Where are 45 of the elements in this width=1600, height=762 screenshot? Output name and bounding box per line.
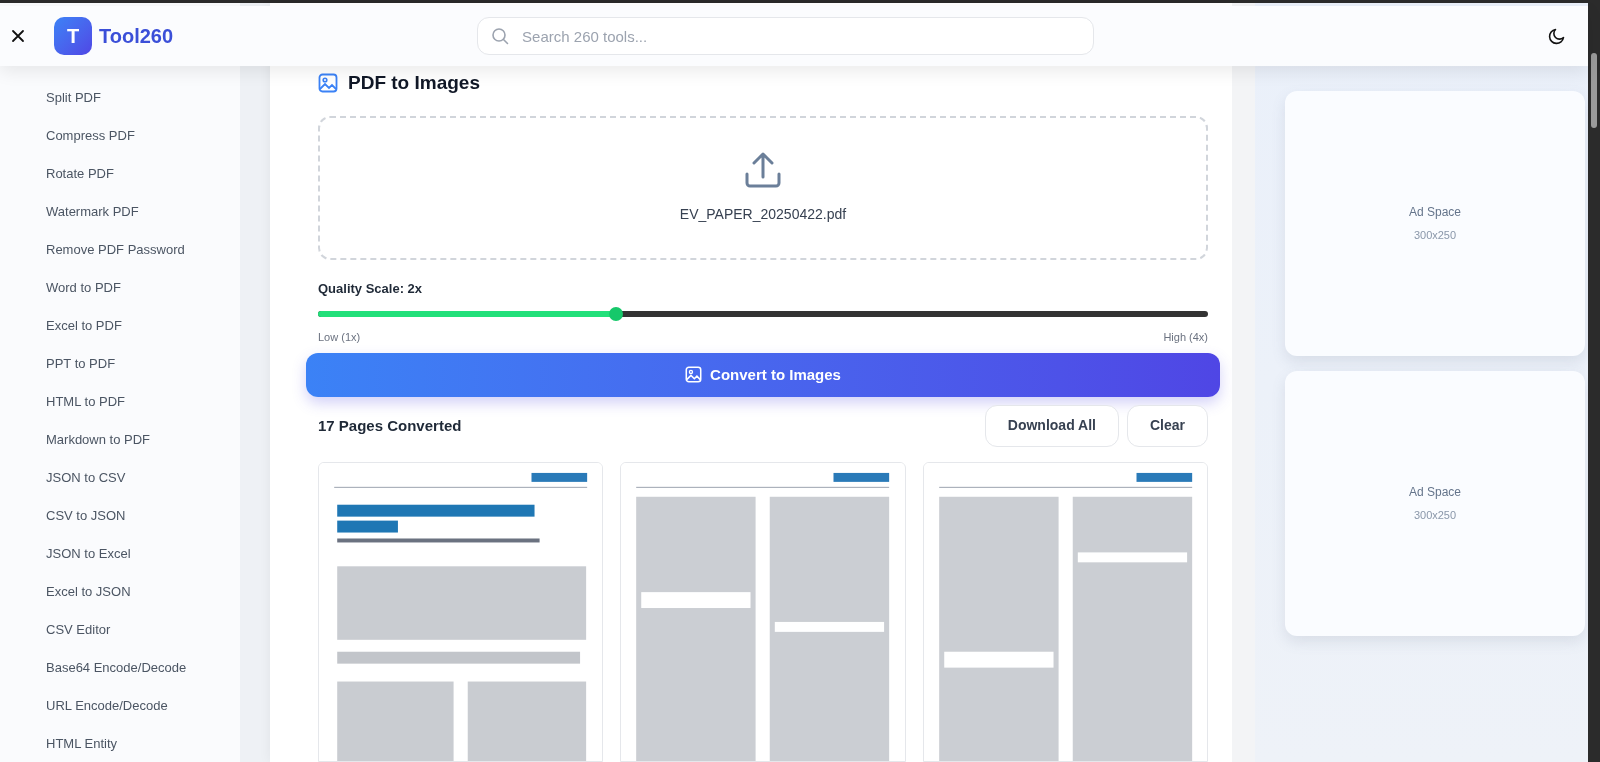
convert-button[interactable]: Convert to Images bbox=[306, 352, 1220, 397]
sidebar-item[interactable]: Markdown to PDF bbox=[46, 429, 151, 450]
sidebar-item[interactable]: Excel to JSON bbox=[46, 581, 131, 602]
close-button[interactable] bbox=[9, 27, 27, 45]
upload-icon bbox=[743, 150, 783, 191]
sidebar-item[interactable]: Rotate PDF bbox=[46, 163, 114, 184]
ad-size: 300x250 bbox=[1413, 508, 1457, 524]
sidebar-item[interactable]: CSV Editor bbox=[46, 619, 111, 640]
clear-button[interactable]: Clear bbox=[1126, 405, 1208, 447]
search-field[interactable]: Search 260 tools... bbox=[477, 17, 1095, 55]
tool-title: PDF to Images bbox=[348, 71, 480, 95]
slider-max-label: High (4x) bbox=[1163, 330, 1208, 346]
ad-title: Ad Space bbox=[1408, 484, 1461, 502]
sidebar-item[interactable]: HTML to PDF bbox=[46, 391, 125, 412]
image-icon bbox=[685, 366, 703, 384]
close-icon bbox=[11, 29, 25, 43]
sidebar-item[interactable]: HTML Entity bbox=[46, 733, 118, 754]
slider-min-label: Low (1x) bbox=[318, 330, 361, 346]
slider-thumb[interactable] bbox=[609, 307, 624, 322]
file-name: EV_PAPER_20250422.pdf bbox=[679, 205, 847, 225]
sidebar-item[interactable]: CSV to JSON bbox=[46, 505, 126, 526]
theme-toggle-button[interactable] bbox=[1547, 26, 1567, 46]
sidebar-item[interactable]: Watermark PDF bbox=[46, 201, 139, 222]
sidebar-item[interactable]: PPT to PDF bbox=[46, 353, 116, 374]
ad-size: 300x250 bbox=[1413, 228, 1457, 244]
upload-dropzone[interactable]: EV_PAPER_20250422.pdf bbox=[318, 115, 1208, 260]
logo-badge: T bbox=[54, 17, 92, 55]
sidebar-item[interactable]: Remove PDF Password bbox=[46, 239, 185, 260]
sidebar-item[interactable]: JSON to Excel bbox=[46, 543, 131, 564]
sidebar-item[interactable]: URL Encode/Decode bbox=[46, 695, 168, 716]
sidebar-item[interactable]: Split PDF bbox=[46, 87, 101, 108]
sidebar-item[interactable]: Base64 Encode/Decode bbox=[46, 657, 187, 678]
quality-label: Quality Scale: 2x bbox=[318, 280, 424, 298]
sidebar-item[interactable]: Word to PDF bbox=[46, 277, 121, 298]
pages-converted-label: 17 Pages Converted bbox=[318, 415, 462, 436]
ad-title: Ad Space bbox=[1408, 204, 1461, 222]
image-icon bbox=[318, 73, 338, 94]
sidebar-item[interactable]: Excel to PDF bbox=[46, 315, 122, 336]
sidebar-item[interactable]: Compress PDF bbox=[46, 125, 135, 146]
quality-slider[interactable] bbox=[318, 307, 1208, 322]
sidebar-item[interactable]: JSON to CSV bbox=[46, 467, 126, 488]
search-icon bbox=[491, 27, 510, 45]
brand-name[interactable]: Tool260 bbox=[99, 21, 174, 51]
moon-icon bbox=[1548, 27, 1566, 45]
download-all-button[interactable]: Download All bbox=[984, 405, 1119, 447]
